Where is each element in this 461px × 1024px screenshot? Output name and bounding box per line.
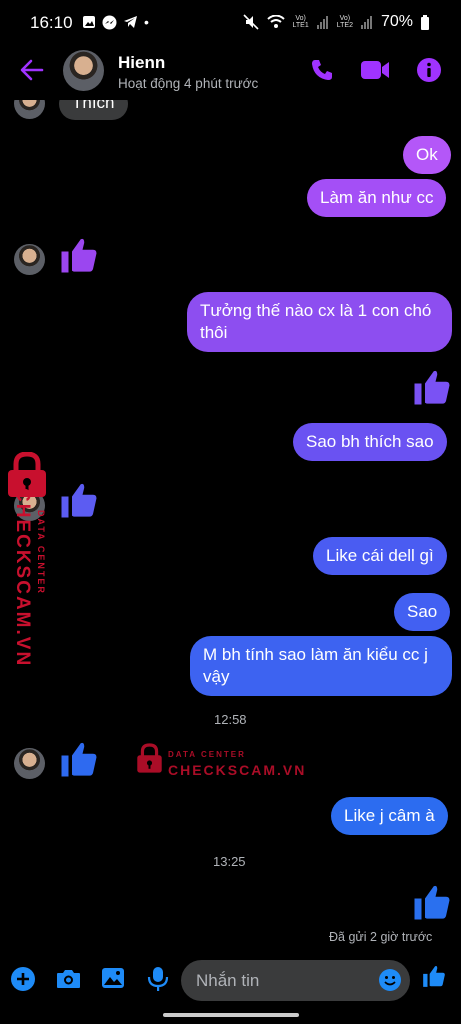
- status-system-icons: Vo) LTE1 Vo) LTE2 70%: [242, 13, 429, 31]
- sent-status: Đã gửi 2 giờ trước: [329, 930, 433, 944]
- message-input-box[interactable]: [181, 960, 410, 1001]
- messenger-icon: [102, 15, 117, 29]
- send-like-icon[interactable]: [421, 963, 447, 989]
- gallery-image-icon[interactable]: [101, 967, 125, 989]
- thumbs-up-icon: [414, 885, 450, 920]
- camera-icon[interactable]: [56, 968, 81, 989]
- microphone-icon[interactable]: [147, 966, 169, 992]
- status-notification-icons: •: [82, 14, 149, 30]
- info-icon[interactable]: [417, 58, 441, 82]
- battery-icon: [421, 14, 429, 30]
- sent-message-bubble[interactable]: Sao bh thích sao: [293, 423, 447, 461]
- timestamp: 12:58: [214, 712, 247, 727]
- contact-avatar-small: [14, 244, 45, 275]
- received-message-bubble[interactable]: Thích: [59, 100, 128, 120]
- sent-message-bubble[interactable]: Like j câm à: [331, 797, 448, 835]
- thumbs-up-icon: [61, 742, 97, 777]
- lte1-label: LTE1: [292, 22, 309, 29]
- phone-call-icon[interactable]: [310, 58, 334, 82]
- battery-percent: 70%: [380, 13, 413, 30]
- contact-name[interactable]: Hienn: [118, 53, 165, 73]
- plus-icon[interactable]: [11, 967, 35, 991]
- sent-message-bubble[interactable]: Tưởng thế nào cx là 1 con chó thôi: [187, 292, 452, 352]
- volte-label-2: Vo): [339, 15, 351, 22]
- padlock-logo: [137, 743, 162, 773]
- volte-label-1: Vo): [295, 15, 306, 22]
- status-bar: 16:10 • Vo) LTE1 Vo) LTE2 70%: [0, 0, 461, 44]
- conversation-header: Hienn Hoạt động 4 phút trước: [0, 44, 461, 100]
- emoji-icon[interactable]: [378, 968, 402, 992]
- status-time: 16:10: [30, 13, 73, 32]
- watermark-brand-vertical: CHECKSCAM.VN: [12, 488, 33, 668]
- contact-avatar-small: [14, 100, 45, 119]
- mute-icon: [242, 14, 259, 30]
- telegram-icon: [124, 16, 137, 28]
- sent-message-bubble[interactable]: Làm ăn như cc: [307, 179, 447, 217]
- contact-avatar-small: [14, 748, 45, 779]
- sent-message-bubble[interactable]: Sao: [394, 593, 451, 631]
- thumbs-up-icon: [61, 483, 97, 518]
- wifi-icon: [266, 15, 285, 28]
- thumbs-up-icon: [414, 370, 450, 405]
- gallery-icon: [83, 16, 95, 28]
- gesture-home-bar[interactable]: [163, 1013, 299, 1017]
- sent-message-bubble[interactable]: Ok: [403, 136, 451, 174]
- thumbs-up-icon: [61, 238, 97, 273]
- timestamp: 13:25: [213, 854, 246, 869]
- watermark-brand-horizontal: CHECKSCAM.VN: [168, 762, 307, 778]
- lte2-label: LTE2: [336, 22, 353, 29]
- sent-message-bubble[interactable]: M bh tính sao làm ăn kiểu cc j vậy: [190, 636, 452, 696]
- sent-message-bubble[interactable]: Like cái dell gì: [313, 537, 447, 575]
- contact-active-status: Hoạt động 4 phút trước: [118, 76, 259, 91]
- back-arrow-icon[interactable]: [20, 59, 44, 81]
- message-input[interactable]: [194, 970, 368, 992]
- video-call-icon[interactable]: [361, 60, 390, 80]
- watermark-sub-vertical: DATA CENTER: [36, 510, 46, 595]
- dot-icon: •: [144, 14, 149, 30]
- signal-icon-1: [316, 16, 328, 29]
- contact-avatar[interactable]: [63, 50, 104, 91]
- watermark-sub-horizontal: DATA CENTER: [168, 750, 246, 759]
- signal-icon-2: [360, 16, 372, 29]
